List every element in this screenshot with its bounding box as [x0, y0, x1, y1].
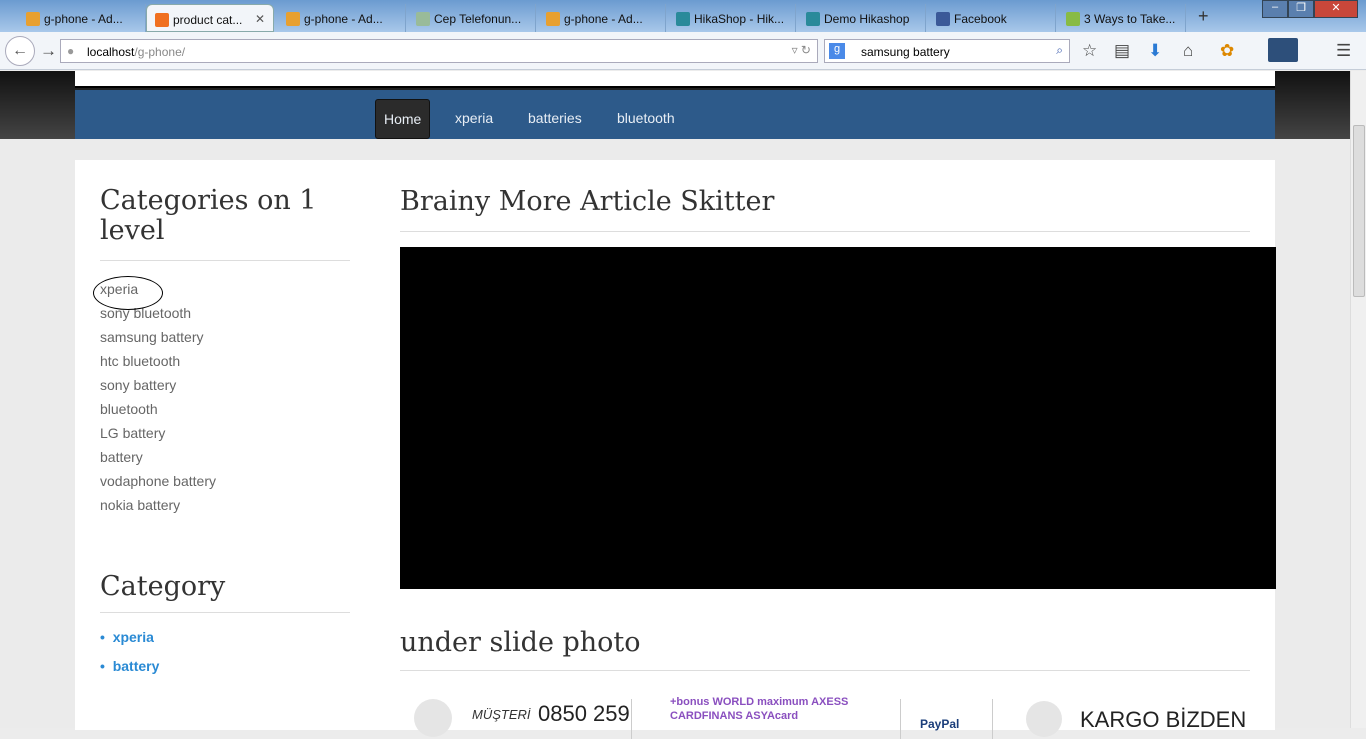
- category-link[interactable]: samsung battery: [100, 329, 350, 353]
- category-link[interactable]: LG battery: [100, 425, 350, 449]
- close-window-button[interactable]: ✕: [1314, 0, 1358, 18]
- slider[interactable]: [400, 247, 1276, 589]
- url-bar[interactable]: ● localhost/g-phone/▿ ↻: [60, 39, 818, 63]
- menu-icon[interactable]: ☰: [1336, 41, 1351, 61]
- menu-batteries[interactable]: batteries: [520, 99, 590, 139]
- info-banner: MÜŞTERİ 0850 259 +bonus WORLD maximum AX…: [400, 695, 1275, 739]
- phone-icon: [414, 699, 452, 737]
- extension-button[interactable]: [1268, 38, 1298, 62]
- extension-icon[interactable]: ✿: [1220, 41, 1234, 61]
- category-link[interactable]: battery: [100, 449, 350, 473]
- browser-tab[interactable]: Demo Hikashop: [798, 4, 926, 32]
- article-title: Brainy More Article Skitter: [400, 186, 1250, 232]
- bookmark-star-icon[interactable]: ☆: [1082, 41, 1097, 61]
- browser-tab[interactable]: HikaShop - Hik...: [668, 4, 796, 32]
- browser-tab[interactable]: Facebook: [928, 4, 1056, 32]
- bookmarks-list-icon[interactable]: ▤: [1114, 41, 1130, 61]
- browser-tab[interactable]: g-phone - Ad...: [538, 4, 666, 32]
- home-icon[interactable]: ⌂: [1183, 41, 1193, 61]
- browser-tab[interactable]: 3 Ways to Take...: [1058, 4, 1186, 32]
- category-title: Category: [100, 571, 350, 613]
- category-bullet-link[interactable]: • xperia: [100, 629, 350, 658]
- globe-icon: ●: [67, 44, 75, 58]
- back-button[interactable]: ←: [5, 36, 35, 66]
- main-menu: Home xperia batteries bluetooth: [75, 90, 1275, 139]
- page-icon: [416, 12, 430, 26]
- reload-icon[interactable]: ▿ ↻: [792, 43, 811, 57]
- maximize-button[interactable]: ❐: [1288, 0, 1314, 18]
- category-link[interactable]: sony bluetooth: [100, 305, 350, 329]
- search-input[interactable]: g samsung battery ⌕: [824, 39, 1070, 63]
- menu-bluetooth[interactable]: bluetooth: [609, 99, 683, 139]
- sidebar-title: Categories on 1 level: [100, 186, 350, 261]
- category-link[interactable]: sony battery: [100, 377, 350, 401]
- truck-icon: [1026, 701, 1062, 737]
- hikashop-icon: [676, 12, 690, 26]
- hikashop-icon: [806, 12, 820, 26]
- browser-tab[interactable]: g-phone - Ad...: [278, 4, 406, 32]
- category-link[interactable]: htc bluetooth: [100, 353, 350, 377]
- facebook-icon: [936, 12, 950, 26]
- browser-tab-active[interactable]: product cat... ✕: [146, 4, 274, 32]
- category-bullet-link[interactable]: • battery: [100, 658, 350, 687]
- nav-toolbar: ← → ● localhost/g-phone/▿ ↻ g samsung batt…: [0, 32, 1366, 70]
- google-icon: g: [829, 43, 845, 59]
- joomla-icon: [26, 12, 40, 26]
- browser-tab[interactable]: g-phone - Ad...: [18, 4, 146, 32]
- section-title: under slide photo: [400, 627, 1250, 671]
- download-icon[interactable]: ⬇: [1148, 41, 1162, 61]
- xampp-icon: [155, 13, 169, 27]
- menu-home[interactable]: Home: [375, 99, 431, 139]
- search-icon[interactable]: ⌕: [1056, 43, 1063, 58]
- minimize-button[interactable]: –: [1262, 0, 1288, 18]
- scrollbar[interactable]: [1350, 71, 1366, 728]
- wikihow-icon: [1066, 12, 1080, 26]
- category-link[interactable]: vodaphone battery: [100, 473, 350, 497]
- scrollbar-thumb[interactable]: [1353, 125, 1365, 297]
- menu-xperia[interactable]: xperia: [447, 99, 501, 139]
- category-list: xperia sony bluetooth samsung battery ht…: [93, 275, 350, 521]
- category-link[interactable]: nokia battery: [100, 497, 350, 521]
- new-tab-button[interactable]: +: [1198, 6, 1209, 27]
- web-page: Home xperia batteries bluetooth Categori…: [0, 71, 1350, 739]
- tab-bar: g-phone - Ad... product cat... ✕ g-phone …: [0, 0, 1366, 32]
- forward-button[interactable]: →: [40, 41, 57, 61]
- joomla-icon: [286, 12, 300, 26]
- joomla-icon: [546, 12, 560, 26]
- category-link[interactable]: bluetooth: [100, 401, 350, 425]
- content: Categories on 1 level xperia sony blueto…: [75, 160, 1276, 739]
- browser-tab[interactable]: Cep Telefonun...: [408, 4, 536, 32]
- header-top: [75, 71, 1275, 88]
- close-tab-icon[interactable]: ✕: [255, 12, 265, 26]
